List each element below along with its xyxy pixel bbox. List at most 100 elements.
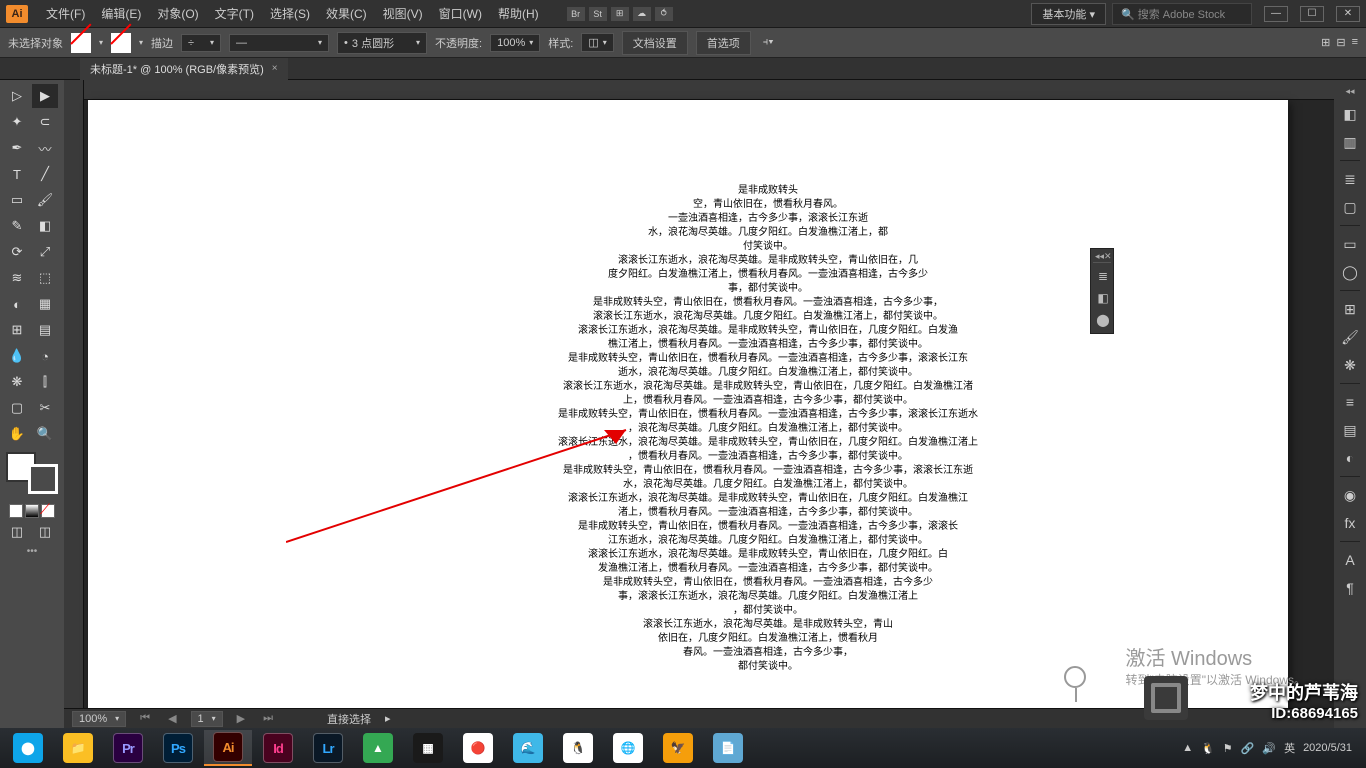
rectangle-tool[interactable]: ▭ [4, 188, 30, 212]
brush-dropdown[interactable]: • 3 点圆形 [337, 32, 427, 54]
panel-char-icon[interactable]: A [1337, 547, 1363, 573]
magic-wand-tool[interactable]: ✦ [4, 110, 30, 134]
panel-prop-icon[interactable]: ◧ [1337, 101, 1363, 127]
stroke-swatch[interactable] [111, 33, 131, 53]
type-tool[interactable]: T [4, 162, 30, 186]
shaper-tool[interactable]: ✎ [4, 214, 30, 238]
panel-swatches-icon[interactable]: ⊞ [1337, 296, 1363, 322]
zoom-tool[interactable]: 🔍 [32, 422, 58, 446]
menu-窗口(W)[interactable]: 窗口(W) [431, 5, 490, 22]
menu-文字(T)[interactable]: 文字(T) [207, 5, 262, 22]
menu-视图(V)[interactable]: 视图(V) [375, 5, 431, 22]
menu-icon[interactable]: ≡ [1352, 36, 1358, 49]
document-tab[interactable]: 未标题-1* @ 100% (RGB/像素预览) × [80, 58, 288, 80]
gradient-tool[interactable]: ▤ [32, 318, 58, 342]
close-tab-icon[interactable]: × [272, 63, 278, 74]
selection-tool[interactable]: ▷ [4, 84, 30, 108]
width-tool[interactable]: ≋ [4, 266, 30, 290]
fp-text-icon[interactable]: ≣ [1093, 265, 1113, 287]
eraser-tool[interactable]: ◧ [32, 214, 58, 238]
taskbar-chrome[interactable]: 🌐 [604, 730, 652, 766]
taskbar-lightroom[interactable]: Lr [304, 730, 352, 766]
stock-search[interactable]: 🔍 搜索 Adobe Stock [1112, 3, 1252, 25]
panel-layers-icon[interactable]: ≣ [1337, 166, 1363, 192]
tray-network-icon[interactable]: 🔗 [1241, 742, 1255, 755]
symbol-sprayer-tool[interactable]: ❋ [4, 370, 30, 394]
paintbrush-tool[interactable]: 🖌 [32, 188, 58, 212]
doc-setup-button[interactable]: 文档设置 [622, 31, 688, 55]
menu-文件(F)[interactable]: 文件(F) [38, 5, 93, 22]
panel-symbols-icon[interactable]: ❋ [1337, 352, 1363, 378]
curvature-tool[interactable]: 〰 [32, 136, 58, 160]
hand-tool[interactable]: ✋ [4, 422, 30, 446]
perspective-tool[interactable]: ▦ [32, 292, 58, 316]
next-page-icon[interactable]: ▶ [233, 712, 249, 725]
taskbar-illustrator[interactable]: Ai [204, 730, 252, 766]
menu-选择(S)[interactable]: 选择(S) [262, 5, 318, 22]
artboard-tool[interactable]: ▢ [4, 396, 30, 420]
menu-对象(O)[interactable]: 对象(O) [149, 5, 206, 22]
panel-ellipse-icon[interactable]: ◯ [1337, 259, 1363, 285]
mesh-tool[interactable]: ⊞ [4, 318, 30, 342]
topicon[interactable]: ☁ [633, 7, 651, 21]
menu-编辑(E)[interactable]: 编辑(E) [93, 5, 149, 22]
last-page-icon[interactable]: ⏭ [259, 712, 277, 725]
taskbar-app2[interactable]: ▦ [404, 730, 452, 766]
scale-tool[interactable]: ⤢ [32, 240, 58, 264]
graph-tool[interactable]: ⫿ [32, 370, 58, 394]
style-dropdown[interactable]: ◫ [581, 33, 613, 52]
fill-swatch[interactable] [71, 33, 91, 53]
panel-graphic-icon[interactable]: fx [1337, 510, 1363, 536]
edit-toolbar[interactable]: ••• [4, 546, 60, 557]
floating-panel[interactable]: ◂◂✕ ≣ ◧ ⬤ [1090, 248, 1114, 334]
topicon[interactable]: Br [567, 7, 585, 21]
topicon[interactable]: ⥀ [655, 7, 673, 21]
menu-帮助(H)[interactable]: 帮助(H) [490, 5, 547, 22]
taskbar-qq[interactable]: 🐧 [554, 730, 602, 766]
slice-tool[interactable]: ✂ [32, 396, 58, 420]
first-page-icon[interactable]: ⏮ [136, 712, 154, 725]
artboard-nav-dropdown[interactable]: 1 [191, 711, 223, 727]
panel-artboards-icon[interactable]: ▢ [1337, 194, 1363, 220]
taskbar-premiere[interactable]: Pr [104, 730, 152, 766]
draw-mode[interactable]: ◫ [4, 520, 30, 544]
blend-tool[interactable]: ◔ [32, 344, 58, 368]
lasso-tool[interactable]: ⊂ [32, 110, 58, 134]
artboard[interactable]: 是非成败转头空，青山依旧在，惯看秋月春风。一壶浊酒喜相逢，古今多少事，滚滚长江东… [88, 100, 1288, 710]
tray-ime-icon[interactable]: 英 [1284, 740, 1295, 756]
tray-qq-icon[interactable]: 🐧 [1201, 742, 1215, 755]
arrange-icon[interactable]: ⊞ [1321, 36, 1330, 49]
taskbar-app5[interactable]: 🦅 [654, 730, 702, 766]
panel-appearance-icon[interactable]: ◉ [1337, 482, 1363, 508]
taskbar-browser[interactable]: ⬤ [4, 730, 52, 766]
taskbar-app4[interactable]: 🌊 [504, 730, 552, 766]
taskbar-app6[interactable]: 📄 [704, 730, 752, 766]
panel-transp-icon[interactable]: ◐ [1337, 445, 1363, 471]
panel-para-icon[interactable]: ¶ [1337, 575, 1363, 601]
panel-stroke-icon[interactable]: ≡ [1337, 389, 1363, 415]
rotate-tool[interactable]: ⟳ [4, 240, 30, 264]
tray-flag-icon[interactable]: ⚑ [1223, 742, 1233, 755]
direct-selection-tool[interactable]: ▶ [32, 84, 58, 108]
clock[interactable]: 2020/5/31 [1303, 742, 1352, 754]
taskbar-indesign[interactable]: Id [254, 730, 302, 766]
zoom-dropdown[interactable]: 100% [72, 711, 126, 727]
tray-up-icon[interactable]: ▲ [1182, 742, 1193, 754]
menu-效果(C)[interactable]: 效果(C) [318, 5, 375, 22]
topicon[interactable]: ⊞ [611, 7, 629, 21]
prev-page-icon[interactable]: ◀ [164, 712, 180, 725]
panel-rect-icon[interactable]: ▭ [1337, 231, 1363, 257]
area-type-text[interactable]: 是非成败转头空，青山依旧在，惯看秋月春风。一壶浊酒喜相逢，古今多少事，滚滚长江东… [528, 184, 1008, 674]
taskbar-photoshop[interactable]: Ps [154, 730, 202, 766]
tray-volume-icon[interactable]: 🔊 [1262, 742, 1276, 755]
shape-builder-tool[interactable]: ◐ [4, 292, 30, 316]
stroke-profile-dropdown[interactable]: — [229, 34, 329, 52]
eyedropper-tool[interactable]: 💧 [4, 344, 30, 368]
line-tool[interactable]: ╱ [32, 162, 58, 186]
pen-tool[interactable]: ✒ [4, 136, 30, 160]
maximize-button[interactable]: ☐ [1300, 6, 1324, 22]
topicon[interactable]: St [589, 7, 607, 21]
free-transform-tool[interactable]: ⬚ [32, 266, 58, 290]
fp-align-icon[interactable]: ◧ [1093, 287, 1113, 309]
taskbar-app3[interactable]: 🔴 [454, 730, 502, 766]
